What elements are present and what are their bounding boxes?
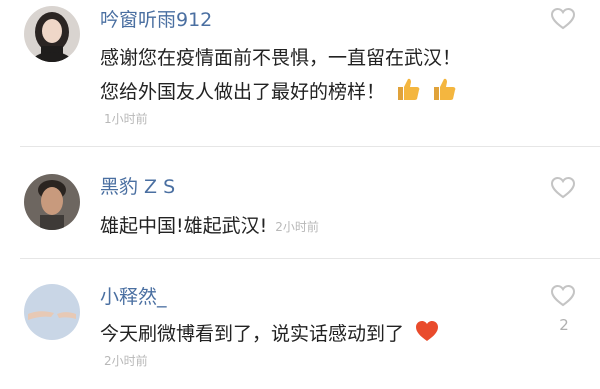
comment-item: 小释然_ 今天刷微博看到了，说实话感动到了 2小时前 2 [0, 259, 600, 389]
like-button[interactable] [550, 7, 576, 31]
thumbs-up-icon [431, 76, 457, 109]
comment-item: 黑豹 Z S 雄起中国!雄起武汉! 2小时前 [0, 147, 600, 258]
username[interactable]: 小释然_ [100, 286, 167, 308]
comment-item: 吟窗听雨912 感谢您在疫情面前不畏惧，一直留在武汉！ 您给外国友人做出了最好的… [0, 0, 600, 146]
like-button[interactable] [550, 284, 576, 308]
username[interactable]: 黑豹 Z S [100, 176, 175, 198]
avatar[interactable] [24, 6, 80, 62]
heart-outline-icon [550, 284, 576, 307]
comment-text: 您给外国友人做出了最好的榜样！ [100, 81, 386, 103]
avatar[interactable] [24, 174, 80, 230]
comment-text: 今天刷微博看到了，说实话感动到了 [100, 323, 405, 345]
comment-text-line: 雄起中国!雄起武汉! 2小时前 [100, 213, 319, 240]
thumbs-up-icon [395, 76, 421, 109]
red-heart-icon [414, 319, 440, 350]
like-button[interactable] [550, 176, 576, 200]
comment-time: 2小时前 [104, 354, 148, 368]
woman-avatar-icon [24, 6, 80, 62]
comment-text-line: 您给外国友人做出了最好的榜样！ [100, 76, 457, 109]
comment-time: 1小时前 [104, 112, 148, 126]
comment-text: 雄起中国!雄起武汉! [100, 215, 268, 237]
username[interactable]: 吟窗听雨912 [100, 9, 212, 31]
heart-outline-icon [550, 176, 576, 199]
avatar[interactable] [24, 284, 80, 340]
comment-time: 2小时前 [275, 219, 319, 234]
comment-text-line: 今天刷微博看到了，说实话感动到了 [100, 319, 440, 350]
hands-avatar-icon [24, 284, 80, 340]
comment-text-line: 感谢您在疫情面前不畏惧，一直留在武汉！ [100, 47, 462, 69]
heart-outline-icon [550, 7, 576, 30]
like-count: 2 [559, 316, 569, 334]
man-avatar-icon [24, 174, 80, 230]
